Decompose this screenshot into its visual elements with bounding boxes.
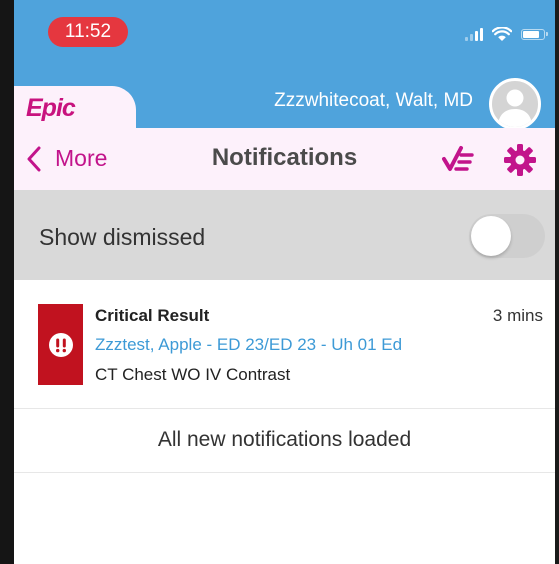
filter-button[interactable] <box>441 144 477 176</box>
navigation-bar: More Notifications <box>14 128 555 190</box>
show-dismissed-row: Show dismissed <box>14 190 555 280</box>
device-edge-left <box>0 0 14 564</box>
status-time: 11:52 <box>48 17 128 47</box>
notification-item[interactable]: Critical Result 3 mins Zzztest, Apple - … <box>14 280 555 409</box>
show-dismissed-toggle[interactable] <box>469 214 545 258</box>
filter-icon <box>442 146 474 171</box>
user-avatar-icon[interactable] <box>489 78 541 130</box>
critical-result-icon <box>38 304 83 385</box>
wifi-icon <box>492 26 512 41</box>
divider <box>14 472 555 473</box>
status-icons <box>465 25 548 43</box>
battery-icon <box>521 28 548 40</box>
notification-patient-link[interactable]: Zzztest, Apple - ED 23/ED 23 - Uh 01 Ed <box>95 335 402 355</box>
all-loaded-message: All new notifications loaded <box>157 428 412 451</box>
signal-icon <box>465 27 483 41</box>
toggle-knob <box>471 216 511 256</box>
app-screen: 11:52 Epic Zzzwhitecoat, Walt, MD More N… <box>14 0 555 564</box>
provider-name: Zzzwhitecoat, Walt, MD <box>274 90 473 111</box>
phone-frame: 11:52 Epic Zzzwhitecoat, Walt, MD More N… <box>0 0 559 564</box>
notification-title: Critical Result <box>95 306 210 325</box>
show-dismissed-label: Show dismissed <box>39 224 206 250</box>
settings-button[interactable] <box>503 143 537 177</box>
critical-result-icon-circle <box>49 333 73 357</box>
epic-logo: Epic <box>26 94 76 122</box>
notification-description: CT Chest WO IV Contrast <box>95 365 291 384</box>
gear-icon <box>504 144 536 176</box>
device-edge-right <box>555 0 559 564</box>
notification-time: 3 mins <box>492 306 543 325</box>
